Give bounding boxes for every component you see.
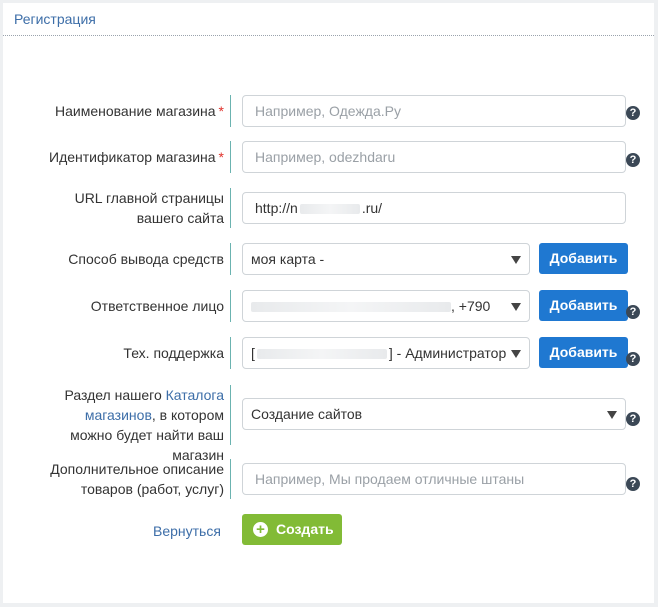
redacted-text [251, 302, 451, 313]
label-divider [230, 141, 231, 173]
responsible-label: Ответственное лицо [90, 298, 224, 314]
description-input[interactable]: Например, Мы продаем отличные штаны [242, 463, 626, 495]
back-link[interactable]: Вернуться [153, 523, 221, 539]
help-icon[interactable]: ? [626, 352, 640, 366]
required-marker: * [218, 149, 224, 165]
chevron-down-icon [511, 303, 521, 311]
label-divider [230, 290, 231, 322]
catalog-section-select[interactable]: Создание сайтов [242, 398, 626, 430]
redacted-text [299, 204, 360, 215]
withdrawal-select[interactable]: моя карта - [242, 243, 530, 275]
panel-header: Регистрация [3, 3, 654, 36]
chevron-down-icon [511, 256, 521, 264]
redacted-text [256, 349, 387, 360]
store-id-input[interactable]: Например, odezhdaru [242, 141, 626, 173]
registration-panel: Регистрация Наименование магазина * Напри… [3, 3, 654, 603]
responsible-select[interactable]: , +790 [242, 290, 530, 322]
description-label: Дополнительное описание товаров (работ, … [50, 461, 224, 497]
label-divider [230, 95, 231, 127]
chevron-down-icon [607, 411, 617, 419]
help-icon[interactable]: ? [626, 477, 640, 491]
label-divider [230, 459, 231, 499]
site-url-label: URL главной страницы вашего сайта [74, 190, 224, 226]
store-name-label: Наименование магазина * [55, 103, 224, 119]
support-select[interactable]: [] - Администратор [242, 337, 530, 369]
store-id-label: Идентификатор магазина * [49, 149, 224, 165]
label-divider [230, 337, 231, 369]
catalog-section-label: Раздел нашего Каталога магазинов, в кото… [64, 387, 224, 463]
site-url-input[interactable]: http://n .ru/ [242, 192, 626, 224]
plus-circle-icon: + [253, 522, 268, 537]
required-marker: * [218, 103, 224, 119]
chevron-down-icon [511, 350, 521, 358]
store-name-input[interactable]: Например, Одежда.Ру [242, 95, 626, 127]
add-support-button[interactable]: Добавить [539, 337, 628, 368]
add-responsible-button[interactable]: Добавить [539, 290, 628, 321]
add-withdrawal-button[interactable]: Добавить [539, 243, 628, 274]
help-icon[interactable]: ? [626, 106, 640, 120]
help-icon[interactable]: ? [626, 153, 640, 167]
help-icon[interactable]: ? [626, 412, 640, 426]
create-button[interactable]: + Создать [242, 514, 342, 545]
label-divider [230, 188, 231, 228]
panel-title: Регистрация [14, 11, 96, 27]
label-divider [230, 385, 231, 445]
label-divider [230, 243, 231, 275]
withdrawal-label: Способ вывода средств [68, 251, 224, 267]
support-label: Тех. поддержка [123, 345, 224, 361]
help-icon[interactable]: ? [626, 305, 640, 319]
